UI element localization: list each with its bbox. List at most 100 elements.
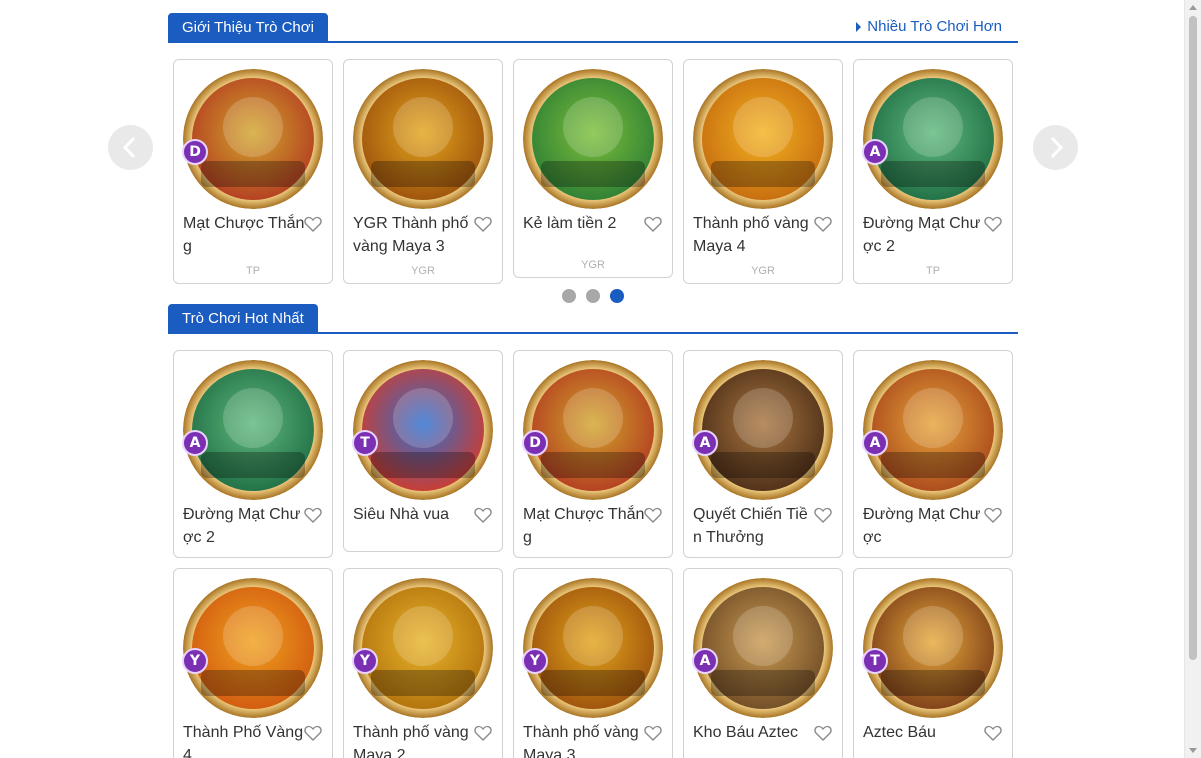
game-lobby-page: Giới Thiệu Trò Chơi Nhiều Trò Chơi Hơn D… [0, 0, 1201, 758]
heart-outline-icon[interactable] [984, 507, 1002, 523]
chevron-right-icon [1050, 136, 1064, 159]
game-card[interactable]: Y Thành Phố Vàng 4 [173, 568, 333, 758]
heart-outline-icon[interactable] [984, 216, 1002, 232]
game-thumbnail[interactable] [523, 578, 663, 718]
game-artwork-image [183, 69, 323, 209]
provider-badge-icon: D [182, 139, 208, 165]
game-title: Kẻ làm tiền 2 [523, 215, 617, 232]
game-artwork-image [863, 69, 1003, 209]
game-card[interactable]: A Đường Mạt Chược 2 TP [853, 59, 1013, 284]
game-title: YGR Thành phố vàng Maya 3 [353, 215, 469, 255]
heart-outline-icon[interactable] [644, 507, 662, 523]
heart-outline-icon[interactable] [644, 216, 662, 232]
game-artwork-image [863, 360, 1003, 500]
game-title: Thành Phố Vàng 4 [183, 724, 304, 758]
game-thumbnail[interactable] [353, 578, 493, 718]
provider-badge-icon: D [522, 430, 548, 456]
provider-badge-icon: T [862, 648, 888, 674]
game-title: Đường Mạt Chược [863, 506, 981, 546]
game-thumbnail[interactable] [693, 69, 833, 209]
game-artwork-image [183, 578, 323, 718]
carousel-prev-button[interactable] [108, 125, 153, 170]
game-thumbnail[interactable] [863, 360, 1003, 500]
triangle-right-icon [856, 21, 862, 32]
game-artwork-image [523, 360, 663, 500]
game-thumbnail[interactable] [353, 69, 493, 209]
provider-badge-icon: A [692, 430, 718, 456]
intro-section-header: Giới Thiệu Trò Chơi Nhiều Trò Chơi Hơn [168, 13, 1018, 43]
game-card[interactable]: D Mạt Chược Thắng TP [173, 59, 333, 284]
game-thumbnail[interactable] [183, 360, 323, 500]
provider-badge-icon: A [862, 430, 888, 456]
game-thumbnail[interactable] [863, 69, 1003, 209]
chevron-left-icon [122, 136, 136, 159]
heart-outline-icon[interactable] [474, 507, 492, 523]
scrollbar-thumb[interactable] [1189, 16, 1197, 660]
game-card[interactable]: A Đường Mạt Chược 2 [173, 350, 333, 558]
game-thumbnail[interactable] [693, 578, 833, 718]
game-artwork-image [523, 578, 663, 718]
heart-outline-icon[interactable] [474, 216, 492, 232]
carousel-dot[interactable] [562, 289, 576, 303]
game-card[interactable]: T Siêu Nhà vua [343, 350, 503, 552]
scroll-up-icon[interactable] [1189, 5, 1197, 10]
page-scrollbar[interactable] [1184, 0, 1201, 758]
game-card[interactable]: A Quyết Chiến Tiền Thưởng [683, 350, 843, 558]
heart-outline-icon[interactable] [814, 725, 832, 741]
heart-outline-icon[interactable] [814, 507, 832, 523]
game-thumbnail[interactable] [523, 69, 663, 209]
game-provider: TP [245, 265, 261, 277]
game-card[interactable]: Y Thành phố vàng Maya 3 [513, 568, 673, 758]
game-provider: YGR [751, 265, 775, 277]
game-title: Đường Mạt Chược 2 [183, 506, 301, 546]
heart-outline-icon[interactable] [644, 725, 662, 741]
game-card[interactable]: A Kho Báu Aztec [683, 568, 843, 758]
game-card[interactable]: Y Thành phố vàng Maya 2 [343, 568, 503, 758]
carousel-pagination [562, 289, 624, 303]
intro-section-title: Giới Thiệu Trò Chơi [168, 13, 328, 43]
heart-outline-icon[interactable] [304, 216, 322, 232]
heart-outline-icon[interactable] [304, 507, 322, 523]
game-thumbnail[interactable] [863, 578, 1003, 718]
heart-outline-icon[interactable] [814, 216, 832, 232]
game-card[interactable]: Kẻ làm tiền 2 YGR [513, 59, 673, 278]
scroll-down-icon[interactable] [1189, 748, 1197, 753]
game-title: Mạt Chược Thắng [183, 215, 305, 255]
game-title: Thành phố vàng Maya 2 [353, 724, 469, 758]
game-provider: YGR [411, 265, 435, 277]
game-artwork-image [693, 578, 833, 718]
heart-outline-icon[interactable] [304, 725, 322, 741]
game-card[interactable]: YGR Thành phố vàng Maya 3 YGR [343, 59, 503, 284]
heart-outline-icon[interactable] [474, 725, 492, 741]
carousel-next-button[interactable] [1033, 125, 1078, 170]
game-card[interactable]: D Mạt Chược Thắng [513, 350, 673, 558]
game-thumbnail[interactable] [523, 360, 663, 500]
provider-badge-icon: Y [522, 648, 548, 674]
carousel-dot-active[interactable] [610, 289, 624, 303]
game-thumbnail[interactable] [183, 578, 323, 718]
game-thumbnail[interactable] [183, 69, 323, 209]
game-artwork-image [353, 69, 493, 209]
game-artwork-image [693, 69, 833, 209]
game-title: Kho Báu Aztec [693, 724, 798, 741]
game-title: Siêu Nhà vua [353, 506, 450, 523]
carousel-dot[interactable] [586, 289, 600, 303]
provider-badge-icon: A [182, 430, 208, 456]
game-artwork-image [353, 578, 493, 718]
game-thumbnail[interactable] [693, 360, 833, 500]
game-provider: YGR [581, 259, 605, 271]
game-card[interactable]: T Aztec Báu [853, 568, 1013, 758]
game-card[interactable]: Thành phố vàng Maya 4 YGR [683, 59, 843, 284]
game-artwork-image [353, 360, 493, 500]
game-artwork-image [183, 360, 323, 500]
provider-badge-icon: Y [352, 648, 378, 674]
game-title: Thành phố vàng Maya 4 [693, 215, 809, 255]
game-title: Quyết Chiến Tiền Thưởng [693, 506, 808, 546]
game-artwork-image [863, 578, 1003, 718]
game-thumbnail[interactable] [353, 360, 493, 500]
hot-section-header: Trò Chơi Hot Nhất [168, 304, 1018, 334]
game-title: Đường Mạt Chược 2 [863, 215, 981, 255]
more-games-link[interactable]: Nhiều Trò Chơi Hơn [856, 18, 1002, 35]
game-card[interactable]: A Đường Mạt Chược [853, 350, 1013, 558]
heart-outline-icon[interactable] [984, 725, 1002, 741]
